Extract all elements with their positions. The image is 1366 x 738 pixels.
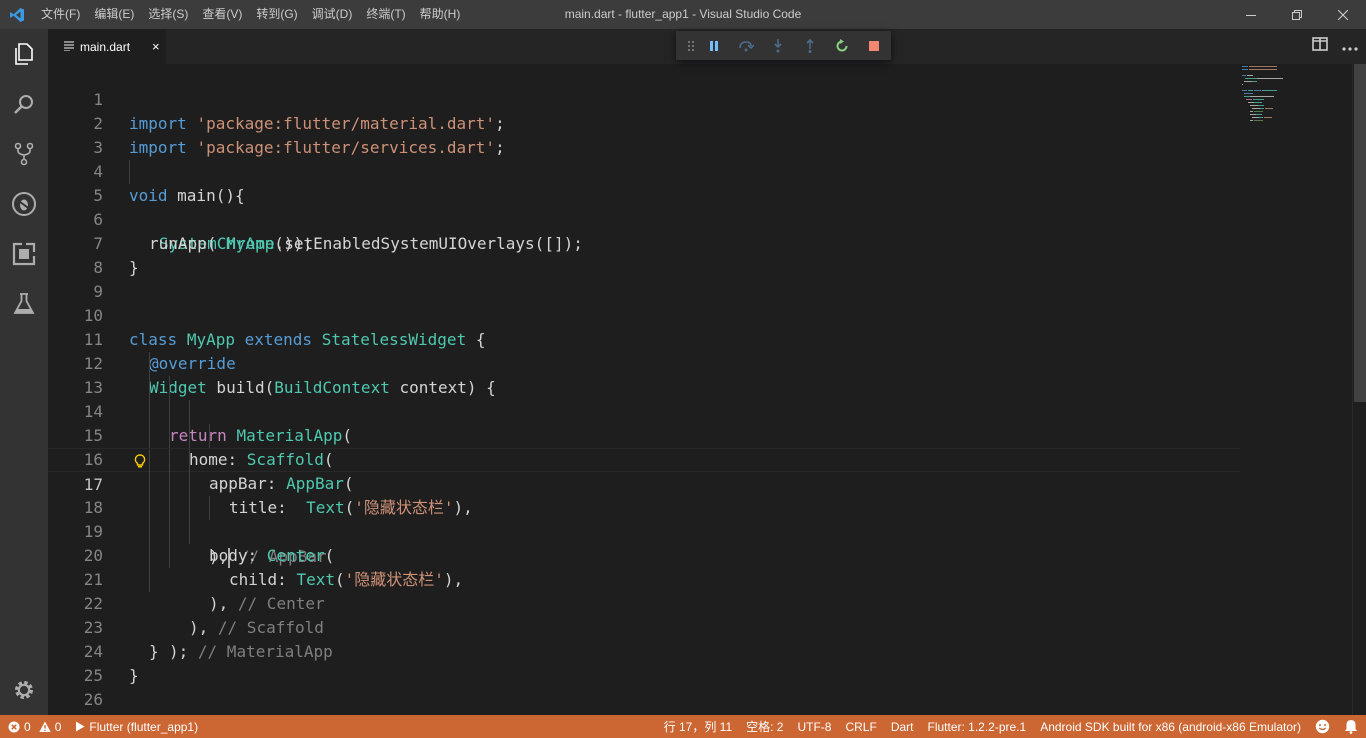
editor-actions — [1312, 29, 1358, 64]
code-line: 1 import 'package:flutter/material.dart'… — [48, 64, 1240, 133]
debug-toolbar — [676, 31, 891, 60]
menu-file[interactable]: 文件(F) — [34, 0, 87, 29]
stop-icon — [869, 40, 879, 51]
search-icon[interactable] — [0, 79, 48, 129]
more-actions-icon[interactable] — [1342, 38, 1358, 56]
code-line: 9 — [48, 256, 1240, 301]
warning-icon — [38, 721, 51, 732]
code-line: 7 } — [48, 208, 1240, 277]
code-line: 13 return MaterialApp( — [48, 352, 1240, 445]
gear-icon[interactable] — [0, 665, 48, 715]
code-line: 18 body: Center( — [48, 472, 1240, 565]
vscode-logo-icon — [0, 0, 34, 29]
menu-bar: 文件(F) 编辑(E) 选择(S) 查看(V) 转到(G) 调试(D) 终端(T… — [34, 0, 467, 29]
end-of-line[interactable]: CRLF — [845, 720, 876, 734]
code-line: 3 — [48, 112, 1240, 157]
window-controls — [1228, 0, 1366, 29]
language-mode[interactable]: Dart — [891, 720, 914, 734]
menu-edit[interactable]: 编辑(E) — [87, 0, 141, 29]
code-line: 12 Widget build(BuildContext context) { — [48, 328, 1240, 397]
step-out-icon — [806, 38, 814, 53]
menu-view[interactable]: 查看(V) — [195, 0, 249, 29]
step-into-icon — [774, 38, 782, 52]
menu-help[interactable]: 帮助(H) — [413, 0, 468, 29]
source-control-icon[interactable] — [0, 129, 48, 179]
debug-icon[interactable] — [0, 179, 48, 229]
debug-session-label: Flutter (flutter_app1) — [89, 719, 199, 734]
code-line: 14 home: Scaffold( — [48, 376, 1240, 469]
code-editor[interactable]: 1 import 'package:flutter/material.dart'… — [48, 64, 1366, 715]
warning-count: 0 — [54, 719, 62, 734]
code-line: 10 class MyApp extends StatelessWidget { — [48, 280, 1240, 349]
split-editor-icon[interactable] — [1312, 37, 1328, 56]
lightbulb-icon[interactable] — [134, 449, 146, 473]
restart-icon — [836, 38, 848, 51]
explorer-icon[interactable] — [0, 29, 48, 79]
minimap[interactable] — [1240, 64, 1352, 715]
error-count: 0 — [24, 719, 31, 734]
restart-button[interactable] — [826, 31, 858, 60]
scrollbar-thumb[interactable] — [1354, 64, 1366, 402]
restore-button[interactable] — [1274, 0, 1320, 29]
error-icon — [8, 721, 20, 732]
tab-main-dart[interactable]: main.dart × — [48, 29, 166, 64]
code-line: 20 ), // Center — [48, 520, 1240, 613]
flutter-version[interactable]: Flutter: 1.2.2-pre.1 — [927, 720, 1026, 734]
step-over-button[interactable] — [730, 31, 762, 60]
code-line: 19 child: Text('隐藏状态栏'), — [48, 496, 1240, 589]
code-line: 6 runApp( MyApp()); — [48, 184, 1240, 253]
activity-bar — [0, 29, 48, 715]
feedback-smiley-icon[interactable] — [1315, 719, 1330, 734]
extensions-icon[interactable] — [0, 229, 48, 279]
debug-session-item[interactable]: Flutter (flutter_app1) — [75, 720, 198, 734]
close-icon — [1338, 9, 1348, 20]
device-selector[interactable]: Android SDK built for x86 (android-x86 E… — [1040, 720, 1301, 734]
title-bar: 文件(F) 编辑(E) 选择(S) 查看(V) 转到(G) 调试(D) 终端(T… — [0, 0, 1366, 29]
code-line: 25 — [48, 640, 1240, 685]
code-line: 21 ), // Scaffold — [48, 544, 1240, 637]
code-line: 16 title: Text('隐藏状态栏'), — [48, 424, 1240, 517]
minimize-icon — [1246, 14, 1256, 16]
cursor-position[interactable]: 行 17，列 11 — [664, 718, 732, 735]
problems-indicator[interactable]: 0 0 — [8, 720, 61, 734]
indentation[interactable]: 空格: 2 — [746, 718, 783, 735]
code-line: 2 import 'package:flutter/services.dart'… — [48, 88, 1240, 157]
code-line: 4 void main(){ — [48, 136, 1240, 205]
menu-debug[interactable]: 调试(D) — [305, 0, 360, 29]
status-bar: 0 0 Flutter (flutter_app1) 行 17，列 11 空格:… — [0, 715, 1366, 738]
menu-go[interactable]: 转到(G) — [249, 0, 304, 29]
code-line: 24 } — [48, 616, 1240, 685]
stop-button[interactable] — [858, 31, 890, 60]
file-encoding[interactable]: UTF-8 — [797, 720, 831, 734]
test-flask-icon[interactable] — [0, 279, 48, 329]
code-line: 8 — [48, 232, 1240, 277]
play-icon — [76, 721, 85, 732]
menu-terminal[interactable]: 终端(T) — [359, 0, 412, 29]
tab-label: main.dart — [80, 39, 131, 54]
vertical-scrollbar[interactable] — [1352, 64, 1366, 715]
line-number: 26 — [83, 690, 103, 709]
step-into-button[interactable] — [762, 31, 794, 60]
menu-selection[interactable]: 选择(S) — [141, 0, 195, 29]
step-over-icon — [739, 40, 754, 51]
close-window-button[interactable] — [1320, 0, 1366, 29]
code-line: 26 — [48, 664, 1240, 709]
code-line: 11 @override — [48, 304, 1240, 373]
code-line: 5 SystemChrome.setEnabledSystemUIOverlay… — [48, 160, 1240, 253]
code-line: 15 appBar: AppBar( — [48, 400, 1240, 493]
restore-icon — [1292, 9, 1302, 20]
tab-close-button[interactable]: × — [152, 39, 160, 54]
pause-button[interactable] — [698, 31, 730, 60]
code-line: 22 ); // MaterialApp — [48, 568, 1240, 661]
current-code-line: 17 ), // AppBar — [48, 448, 1240, 568]
file-lines-icon — [64, 38, 74, 56]
pause-icon — [710, 40, 718, 51]
drag-handle-icon[interactable] — [684, 31, 698, 60]
notification-bell-icon[interactable] — [1344, 719, 1358, 734]
step-out-button[interactable] — [794, 31, 826, 60]
minimize-button[interactable] — [1228, 0, 1274, 29]
code-line: 23 } — [48, 592, 1240, 661]
